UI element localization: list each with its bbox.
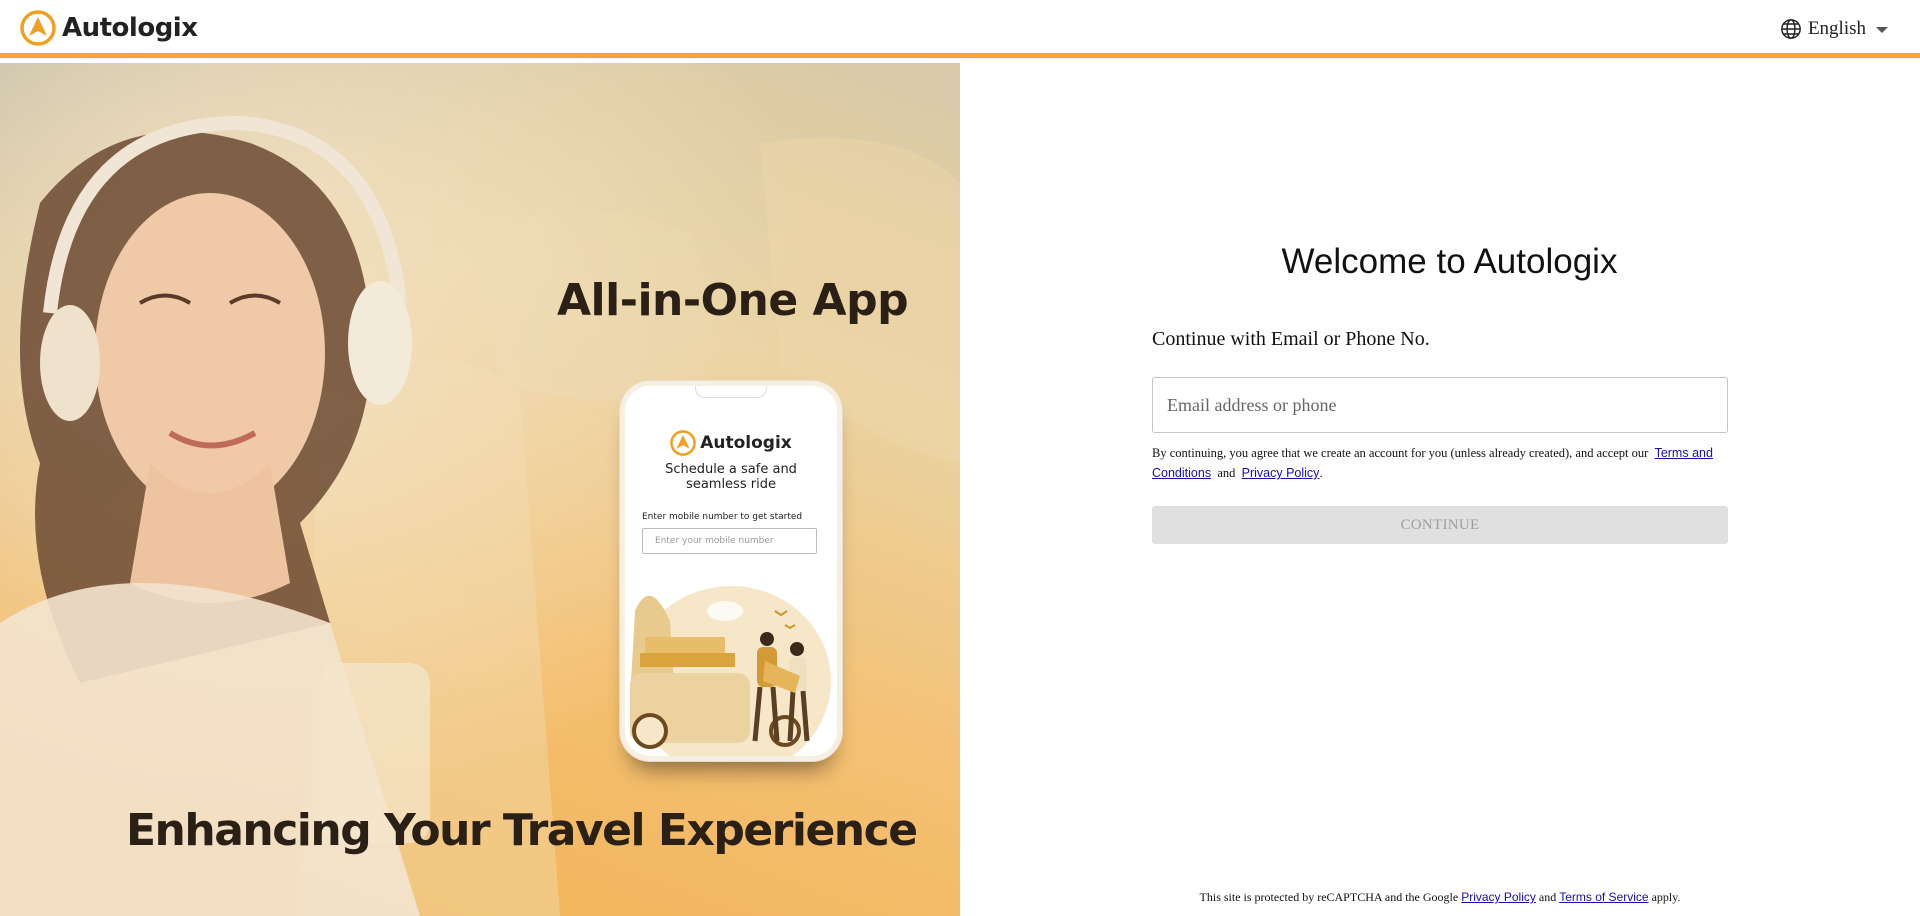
top-header: Autologix English <box>0 0 1920 58</box>
phone-input-label: Enter mobile number to get started <box>642 512 803 522</box>
language-label: English <box>1807 18 1866 39</box>
recaptcha-and: and <box>1538 890 1557 904</box>
recaptcha-text: This site is protected by reCAPTCHA and … <box>1199 890 1459 904</box>
google-terms-of-service-link[interactable]: Terms of Service <box>1559 890 1648 904</box>
welcome-heading: Welcome to Autologix <box>1281 242 1618 281</box>
consent-and: and <box>1217 466 1236 480</box>
recaptcha-notice: This site is protected by reCAPTCHA and … <box>960 890 1920 905</box>
continue-button[interactable]: CONTINUE <box>1152 506 1728 544</box>
phone-brand: Autologix <box>625 430 837 456</box>
globe-icon <box>1781 19 1801 39</box>
phone-mobile-input: Enter your mobile number <box>642 528 817 554</box>
autologix-logo-icon <box>670 430 697 456</box>
consent-body: By continuing, you agree that we create … <box>1152 446 1649 460</box>
hero-tagline: Enhancing Your Travel Experience <box>126 805 918 856</box>
consent-text: By continuing, you agree that we create … <box>1152 443 1728 483</box>
brand-name: Autologix <box>62 13 198 43</box>
phone-mockup: Autologix Schedule a safe and seamless r… <box>620 381 842 761</box>
autologix-logo-icon <box>20 10 56 46</box>
brand-home-link[interactable]: Autologix <box>20 10 198 46</box>
hero-title: All-in-One App <box>557 275 909 326</box>
continue-with-label: Continue with Email or Phone No. <box>1152 328 1430 350</box>
language-selector[interactable]: English <box>1780 18 1888 40</box>
hero-banner: All-in-One App Autologix Schedule a safe… <box>0 63 960 916</box>
google-privacy-policy-link[interactable]: Privacy Policy <box>1461 890 1536 904</box>
email-or-phone-input[interactable] <box>1152 377 1728 433</box>
recaptcha-apply: apply. <box>1651 890 1681 904</box>
phone-notch <box>695 386 767 398</box>
consent-period: . <box>1319 466 1323 480</box>
privacy-policy-link[interactable]: Privacy Policy <box>1242 466 1320 480</box>
phone-brand-name: Autologix <box>700 433 792 453</box>
phone-subtitle: Schedule a safe and seamless ride <box>665 462 797 492</box>
travel-illustration <box>630 586 831 756</box>
chevron-down-icon <box>1876 27 1888 33</box>
